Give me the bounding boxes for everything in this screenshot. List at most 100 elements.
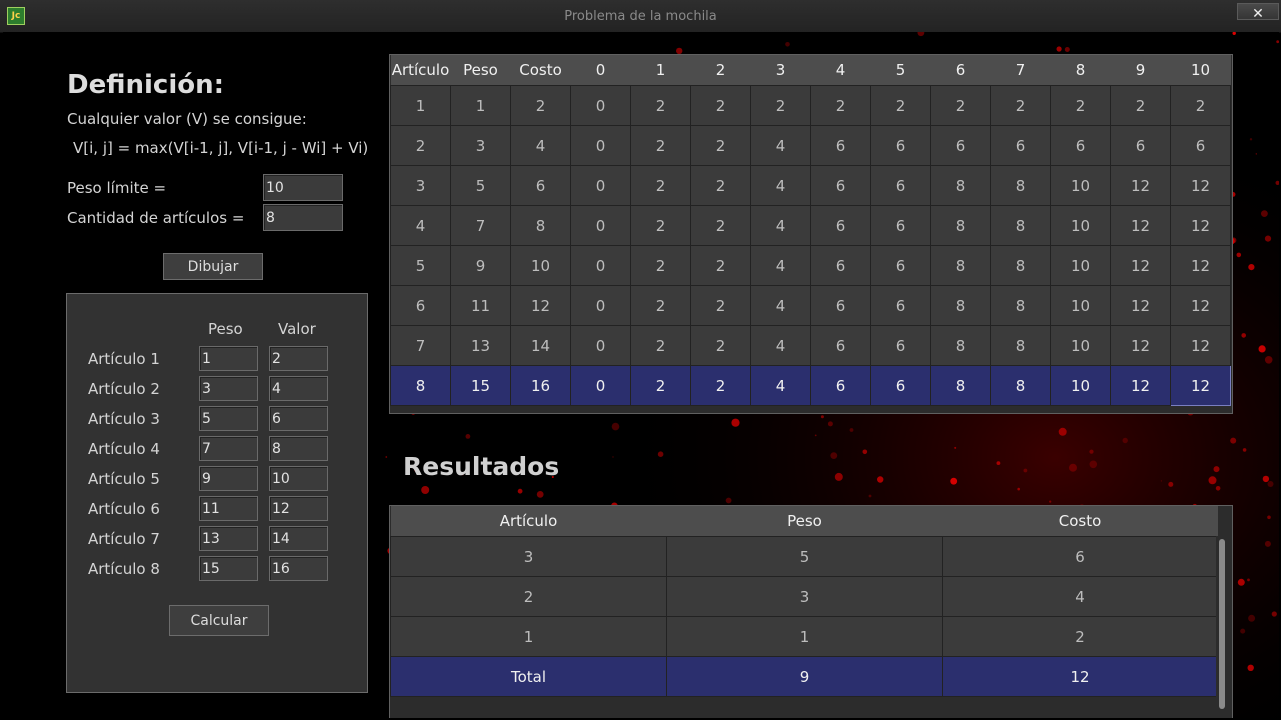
results-cell[interactable]: 2 [390,576,667,617]
dp-cell[interactable]: 6 [870,245,931,286]
dp-header-cell[interactable]: Peso [450,55,511,86]
dp-cell[interactable]: 7 [390,325,451,366]
dp-cell[interactable]: 12 [1170,165,1231,206]
dp-cell[interactable]: 2 [990,85,1051,126]
dp-cell[interactable]: 6 [1110,125,1171,166]
dp-header-cell[interactable]: Artículo [390,55,451,86]
draw-button[interactable]: Dibujar [163,253,263,280]
item-value-input[interactable] [269,526,328,551]
dp-cell[interactable]: 3 [450,125,511,166]
dp-header-cell[interactable]: 9 [1110,55,1171,86]
dp-cell[interactable]: 1 [450,85,511,126]
dp-cell[interactable]: 12 [1170,245,1231,286]
dp-cell[interactable]: 7 [450,205,511,246]
dp-cell[interactable]: 4 [750,325,811,366]
dp-cell[interactable]: 0 [570,325,631,366]
dp-cell[interactable]: 12 [1110,205,1171,246]
dp-header-cell[interactable]: 1 [630,55,691,86]
dp-cell[interactable]: 2 [810,85,871,126]
results-row[interactable]: 112 [390,616,1218,657]
dp-cell[interactable]: 8 [990,285,1051,326]
dp-cell[interactable]: 6 [390,285,451,326]
dp-table-row[interactable]: 4 7 8 0 2 2 4 6 6 8 8 10 12 12 [390,205,1231,246]
dp-table-row[interactable]: 3 5 6 0 2 2 4 6 6 8 8 10 12 12 [390,165,1231,206]
dp-cell[interactable]: 3 [390,165,451,206]
calculate-button[interactable]: Calcular [169,605,269,636]
dp-cell[interactable]: 5 [450,165,511,206]
dp-header-cell[interactable]: 6 [930,55,991,86]
dp-cell[interactable]: 8 [930,285,991,326]
dp-cell[interactable]: 8 [930,205,991,246]
dp-cell[interactable]: 2 [630,205,691,246]
dp-header-cell[interactable]: 3 [750,55,811,86]
item-value-input[interactable] [269,346,328,371]
dp-cell[interactable]: 2 [630,125,691,166]
dp-header-cell[interactable]: Costo [510,55,571,86]
dp-cell[interactable]: 0 [570,365,631,406]
item-value-input[interactable] [269,496,328,521]
results-header-cell[interactable]: Artículo [390,506,667,537]
item-weight-input[interactable] [199,556,258,581]
dp-cell[interactable]: 4 [750,205,811,246]
dp-cell[interactable]: 10 [1050,365,1111,406]
dp-cell[interactable]: 6 [510,165,571,206]
dp-cell[interactable]: 0 [570,245,631,286]
item-value-input[interactable] [269,436,328,461]
dp-cell[interactable]: 8 [990,205,1051,246]
item-weight-input[interactable] [199,406,258,431]
results-total-cell[interactable]: Total [390,656,667,697]
dp-cell[interactable]: 2 [690,285,751,326]
dp-header-cell[interactable]: 4 [810,55,871,86]
dp-cell[interactable]: 2 [690,125,751,166]
dp-cell[interactable]: 2 [630,285,691,326]
dp-cell[interactable]: 12 [1110,325,1171,366]
dp-table-row[interactable]: 6 11 12 0 2 2 4 6 6 8 8 10 12 12 [390,285,1231,326]
dp-table-row[interactable]: 7 13 14 0 2 2 4 6 6 8 8 10 12 12 [390,325,1231,366]
weight-limit-input[interactable] [263,174,343,201]
dp-cell[interactable]: 10 [1050,205,1111,246]
item-weight-input[interactable] [199,466,258,491]
dp-cell[interactable]: 2 [690,365,751,406]
dp-cell[interactable]: 4 [750,165,811,206]
results-total-cell[interactable]: 9 [666,656,943,697]
dp-header-cell[interactable]: 8 [1050,55,1111,86]
results-cell[interactable]: 3 [390,536,667,577]
dp-cell[interactable]: 8 [930,245,991,286]
dp-cell[interactable]: 2 [690,165,751,206]
results-cell[interactable]: 5 [666,536,943,577]
dp-cell[interactable]: 13 [450,325,511,366]
dp-cell[interactable]: 12 [1110,245,1171,286]
results-cell[interactable]: 3 [666,576,943,617]
dp-cell[interactable]: 2 [630,325,691,366]
close-button[interactable]: ✕ [1237,3,1279,21]
dp-cell[interactable]: 12 [1170,285,1231,326]
dp-cell[interactable]: 6 [870,165,931,206]
dp-cell[interactable]: 6 [930,125,991,166]
results-scrollbar-thumb[interactable] [1219,539,1225,709]
dp-cell[interactable]: 9 [450,245,511,286]
dp-cell[interactable]: 12 [1170,325,1231,366]
dp-cell[interactable]: 0 [570,125,631,166]
dp-cell[interactable]: 15 [450,365,511,406]
dp-cell[interactable]: 6 [810,365,871,406]
dp-cell[interactable]: 12 [1170,365,1231,406]
dp-cell[interactable]: 6 [810,205,871,246]
dp-cell[interactable]: 4 [510,125,571,166]
dp-cell[interactable]: 10 [1050,245,1111,286]
dp-cell[interactable]: 2 [690,325,751,366]
dp-cell[interactable]: 2 [690,245,751,286]
dp-cell[interactable]: 8 [930,165,991,206]
dp-cell[interactable]: 6 [870,125,931,166]
item-weight-input[interactable] [199,436,258,461]
dp-cell[interactable]: 8 [990,365,1051,406]
dp-cell[interactable]: 2 [630,85,691,126]
item-weight-input[interactable] [199,526,258,551]
dp-cell[interactable]: 4 [750,245,811,286]
dp-cell[interactable]: 4 [750,365,811,406]
dp-cell[interactable]: 10 [1050,285,1111,326]
dp-cell[interactable]: 12 [1110,165,1171,206]
dp-cell[interactable]: 2 [870,85,931,126]
dp-header-cell[interactable]: 2 [690,55,751,86]
dp-header-cell[interactable]: 7 [990,55,1051,86]
dp-cell[interactable]: 8 [990,165,1051,206]
